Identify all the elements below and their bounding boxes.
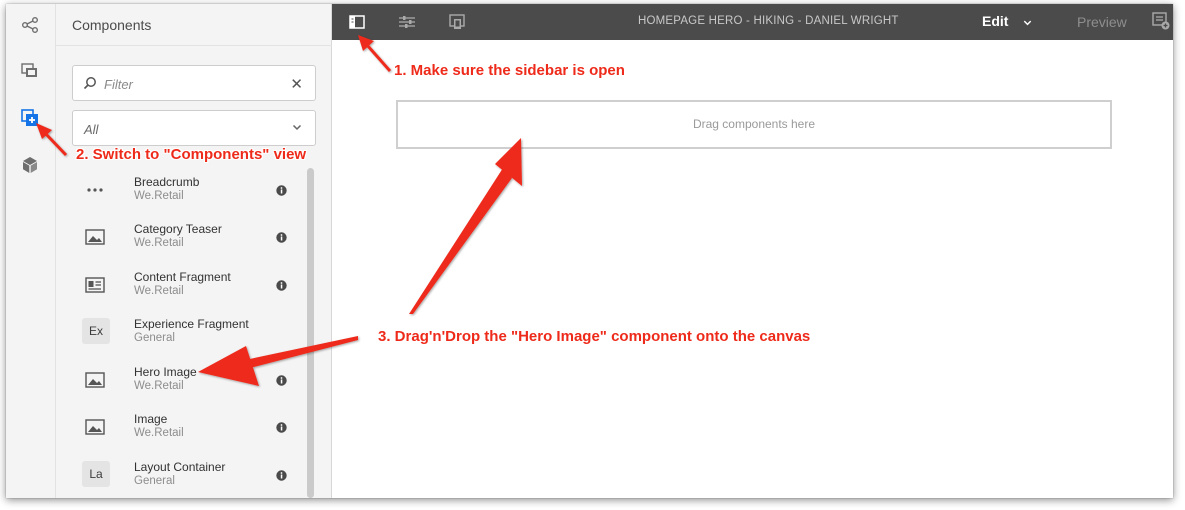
page-canvas[interactable]: Drag components here <box>332 40 1173 498</box>
content-tree-icon[interactable] <box>17 152 43 178</box>
assets-icon[interactable] <box>17 58 43 84</box>
chevron-down-icon <box>291 120 303 138</box>
list-item-hero-image[interactable]: Hero Image We.Retail <box>56 358 304 405</box>
drop-zone[interactable]: Drag components here <box>396 100 1112 149</box>
info-icon[interactable] <box>276 230 287 248</box>
info-icon[interactable] <box>276 278 287 296</box>
component-list: Breadcrumb We.Retail Category Teaser We.… <box>56 168 332 498</box>
info-icon[interactable] <box>276 183 287 201</box>
component-group: General <box>134 332 175 344</box>
image-icon <box>80 415 110 439</box>
emulator-icon[interactable] <box>447 12 467 32</box>
components-icon[interactable] <box>17 105 43 131</box>
info-icon[interactable] <box>276 420 287 438</box>
filter-input[interactable]: Filter ✕ <box>72 65 316 101</box>
component-name: Layout Container <box>134 460 226 474</box>
dots-icon <box>80 178 110 202</box>
info-icon[interactable] <box>276 468 287 486</box>
sidebar-toggle-icon[interactable] <box>347 12 367 32</box>
component-name: Hero Image <box>134 365 197 379</box>
annotation-step2: 2. Switch to "Components" view <box>76 146 307 163</box>
component-group: We.Retail <box>134 380 184 392</box>
properties-icon[interactable] <box>397 12 417 32</box>
panel-title: Components <box>72 17 152 33</box>
chevron-down-icon[interactable] <box>1022 15 1033 33</box>
list-scrollbar[interactable] <box>307 168 314 498</box>
group-select[interactable]: All <box>72 110 316 146</box>
annotation-step3: 3. Drag'n'Drop the "Hero Image" componen… <box>378 328 811 345</box>
drop-zone-text: Drag components here <box>692 117 816 131</box>
component-group: We.Retail <box>134 237 184 249</box>
list-item[interactable]: Category Teaser We.Retail <box>56 215 304 262</box>
info-icon[interactable] <box>276 373 287 391</box>
component-name: Image <box>134 412 168 426</box>
mode-selector[interactable]: Edit <box>982 13 1008 29</box>
image-icon <box>80 368 110 392</box>
group-select-value: All <box>84 122 99 137</box>
annotations-icon[interactable] <box>1152 12 1170 35</box>
list-item[interactable]: Content Fragment We.Retail <box>56 263 304 310</box>
annotation-step1: 1. Make sure the sidebar is open <box>394 62 625 79</box>
page-title: HOMEPAGE HERO - HIKING - DANIEL WRIGHT <box>638 15 899 27</box>
component-name: Category Teaser <box>134 222 222 236</box>
component-abbr: La <box>82 461 110 487</box>
card-icon <box>80 273 110 297</box>
close-icon[interactable]: ✕ <box>290 75 303 93</box>
filter-placeholder: Filter <box>104 77 133 92</box>
component-name: Breadcrumb <box>134 175 200 189</box>
side-rail <box>6 4 56 498</box>
component-abbr: Ex <box>82 318 110 344</box>
component-group: We.Retail <box>134 190 184 202</box>
component-group: We.Retail <box>134 427 184 439</box>
image-icon <box>80 225 110 249</box>
preview-button[interactable]: Preview <box>1077 14 1127 30</box>
component-group: We.Retail <box>134 285 184 297</box>
component-name: Experience Fragment <box>134 317 249 331</box>
list-item[interactable]: La Layout Container General <box>56 453 304 498</box>
panel-divider <box>56 45 332 46</box>
component-name: Content Fragment <box>134 270 231 284</box>
editor-toolbar: HOMEPAGE HERO - HIKING - DANIEL WRIGHT E… <box>332 4 1173 40</box>
share-icon[interactable] <box>17 12 43 38</box>
component-group: General <box>134 475 175 487</box>
components-panel: Components Filter ✕ All Breadcrumb We.Re… <box>56 4 332 498</box>
list-item[interactable]: Image We.Retail <box>56 405 304 452</box>
search-icon <box>83 76 97 95</box>
list-item[interactable]: Breadcrumb We.Retail <box>56 168 304 215</box>
list-item[interactable]: Ex Experience Fragment General <box>56 310 304 357</box>
